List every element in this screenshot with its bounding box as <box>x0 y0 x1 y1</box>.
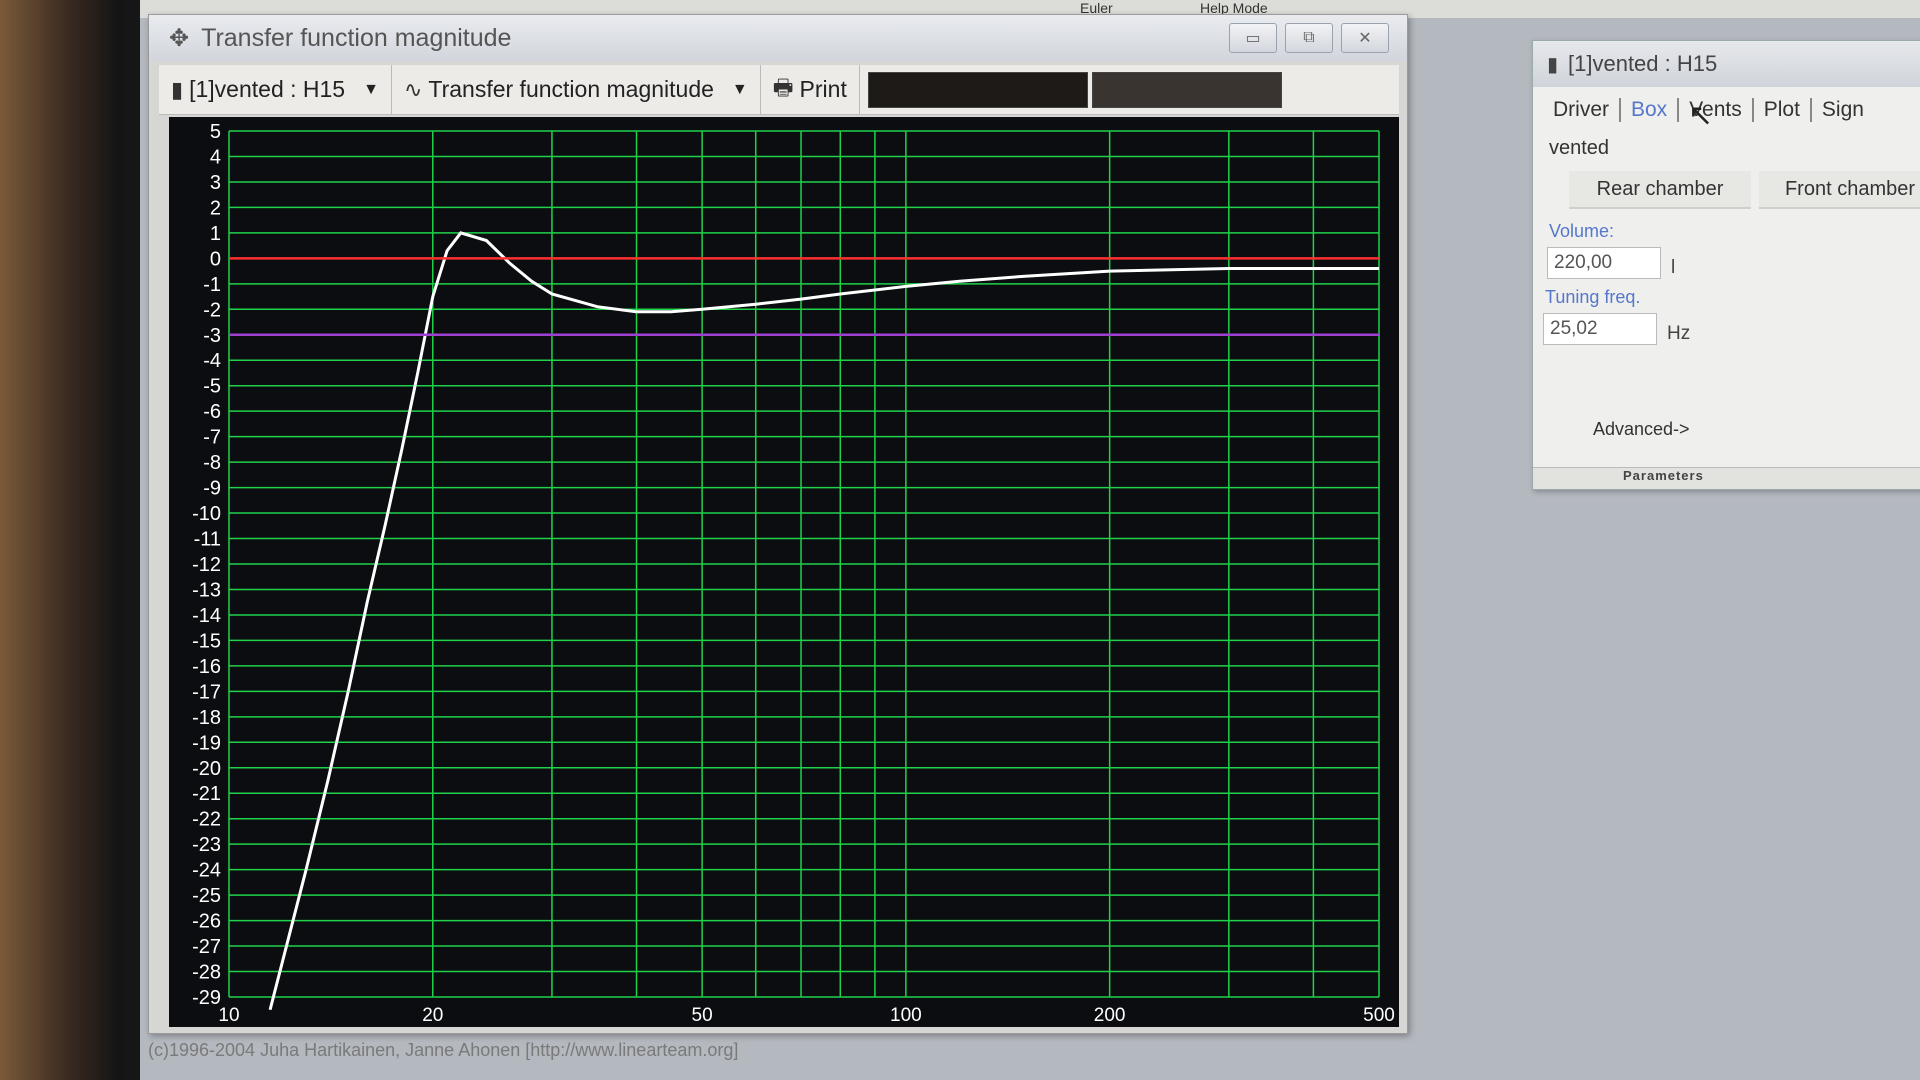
tuning-freq-field[interactable]: 25,02 <box>1543 313 1657 345</box>
response-curve <box>268 231 1379 1011</box>
transfer-function-window: ✥ Transfer function magnitude ▭ ⧉ ✕ ▮ [1… <box>148 14 1408 1034</box>
window-title: Transfer function magnitude <box>201 23 512 52</box>
volume-field[interactable]: 220,00 <box>1547 247 1661 279</box>
volume-label: Volume: <box>1549 221 1615 241</box>
y-tick-label: -18 <box>192 707 221 729</box>
front-chamber-button[interactable]: Front chamber <box>1759 171 1920 209</box>
close-button[interactable]: ✕ <box>1341 23 1389 53</box>
transfer-function-plot: 543210-1-2-3-4-5-6-7-8-9-10-11-12-13-14-… <box>192 121 1395 1026</box>
parameter-tabs: Driver Box Vents Plot Sign <box>1533 87 1920 133</box>
toolbar-color-swatch-1[interactable] <box>867 71 1088 108</box>
y-tick-label: -9 <box>203 478 221 500</box>
chamber-buttons: Rear chamber Front chamber <box>1569 171 1920 209</box>
y-tick-label: -25 <box>192 885 221 907</box>
tab-plot[interactable]: Plot <box>1754 98 1812 122</box>
y-tick-label: -17 <box>192 681 221 703</box>
y-tick-label: 5 <box>210 121 221 143</box>
rear-chamber-button[interactable]: Rear chamber <box>1569 171 1751 209</box>
advanced-link[interactable]: Advanced-> <box>1593 419 1690 440</box>
restore-icon: ⧉ <box>1303 29 1315 46</box>
minimize-icon: ▭ <box>1245 30 1261 47</box>
x-tick-label: 20 <box>422 1005 443 1026</box>
crosshair-icon: ✥ <box>169 24 190 52</box>
window-titlebar[interactable]: ✥ Transfer function magnitude ▭ ⧉ ✕ <box>149 15 1407 61</box>
y-tick-label: -16 <box>192 656 221 678</box>
y-tick-label: -5 <box>203 376 221 398</box>
speaker-icon: ▮ <box>171 76 184 102</box>
box-type-label: vented <box>1549 137 1610 159</box>
window-controls: ▭ ⧉ ✕ <box>1229 23 1389 53</box>
y-tick-label: -29 <box>192 987 221 1009</box>
parameters-panel: ▮ [1]vented : H15 Driver Box Vents Plot … <box>1532 40 1920 490</box>
y-tick-label: -1 <box>203 274 221 296</box>
y-tick-label: 4 <box>210 146 221 168</box>
parameters-title: [1]vented : H15 <box>1568 51 1718 76</box>
x-tick-label: 50 <box>692 1005 713 1026</box>
project-selector[interactable]: ▮ [1]vented : H15 ▼ <box>159 65 392 114</box>
y-tick-label: -2 <box>203 299 221 321</box>
y-tick-label: -13 <box>192 579 221 601</box>
copyright-text: (c)1996-2004 Juha Hartikainen, Janne Aho… <box>148 1040 739 1060</box>
chart-toolbar: ▮ [1]vented : H15 ▼ ∿ Transfer function … <box>159 65 1399 115</box>
y-tick-label: -8 <box>203 452 221 474</box>
y-tick-label: 1 <box>210 223 221 245</box>
print-button[interactable]: 🖶 Print <box>761 65 860 114</box>
speaker-icon: ▮ <box>1547 53 1559 76</box>
view-selector[interactable]: ∿ Transfer function magnitude ▼ <box>392 65 761 114</box>
y-tick-label: 0 <box>210 248 221 270</box>
view-selector-label: Transfer function magnitude <box>428 76 714 102</box>
printer-icon: 🖶 <box>772 74 794 100</box>
y-tick-label: -6 <box>203 401 221 423</box>
close-icon: ✕ <box>1358 30 1372 47</box>
tab-sign[interactable]: Sign <box>1812 98 1874 122</box>
volume-unit: l <box>1671 257 1676 278</box>
tab-box[interactable]: Box <box>1621 98 1680 122</box>
x-tick-label: 10 <box>218 1005 239 1026</box>
desktop-screen: Euler Help Mode ✥ Transfer function magn… <box>140 0 1920 1080</box>
chevron-down-icon: ▼ <box>731 80 748 98</box>
y-tick-label: -23 <box>192 834 221 856</box>
y-tick-label: -21 <box>192 783 221 805</box>
y-tick-label: -27 <box>192 936 221 958</box>
y-tick-label: -15 <box>192 630 221 652</box>
tuning-freq-label: Tuning freq. <box>1545 287 1641 307</box>
y-tick-label: -20 <box>192 758 221 780</box>
y-tick-label: -12 <box>192 554 221 576</box>
waveform-icon: ∿ <box>403 76 423 102</box>
y-tick-label: 3 <box>210 172 221 194</box>
parameters-titlebar[interactable]: ▮ [1]vented : H15 <box>1533 41 1920 87</box>
parameters-footer: Parameters <box>1533 467 1920 489</box>
x-tick-label: 200 <box>1094 1005 1126 1026</box>
y-tick-label: 2 <box>210 197 221 219</box>
tuning-freq-unit: Hz <box>1667 323 1691 344</box>
y-tick-label: -24 <box>192 860 221 882</box>
tab-driver[interactable]: Driver <box>1543 98 1621 122</box>
y-tick-label: -14 <box>192 605 221 627</box>
minimize-button[interactable]: ▭ <box>1229 23 1277 53</box>
y-tick-label: -7 <box>203 427 221 449</box>
project-selector-label: [1]vented : H15 <box>189 76 346 102</box>
toolbar-color-swatch-2[interactable] <box>1091 71 1282 108</box>
y-tick-label: -26 <box>192 911 221 933</box>
x-tick-label: 100 <box>890 1005 922 1026</box>
y-tick-label: -10 <box>192 503 221 525</box>
y-tick-label: -22 <box>192 809 221 831</box>
plot-area[interactable]: 5 4 3 2 1 0 -1 -2 -3 -4 -5 -6 -7 -8 -9 -10 -11 -12 -13 -14-… <box>169 117 1399 1027</box>
y-tick-label: -19 <box>192 732 221 754</box>
y-tick-label: -3 <box>203 325 221 347</box>
maximize-button[interactable]: ⧉ <box>1285 23 1333 53</box>
y-tick-label: -4 <box>203 350 221 372</box>
mouse-cursor-icon: ↖ <box>1688 99 1714 132</box>
chevron-down-icon: ▼ <box>363 80 379 98</box>
y-tick-label: -28 <box>192 962 221 984</box>
y-tick-label: -11 <box>194 529 221 551</box>
x-tick-label: 500 <box>1363 1005 1395 1026</box>
print-button-label: Print <box>799 76 847 102</box>
